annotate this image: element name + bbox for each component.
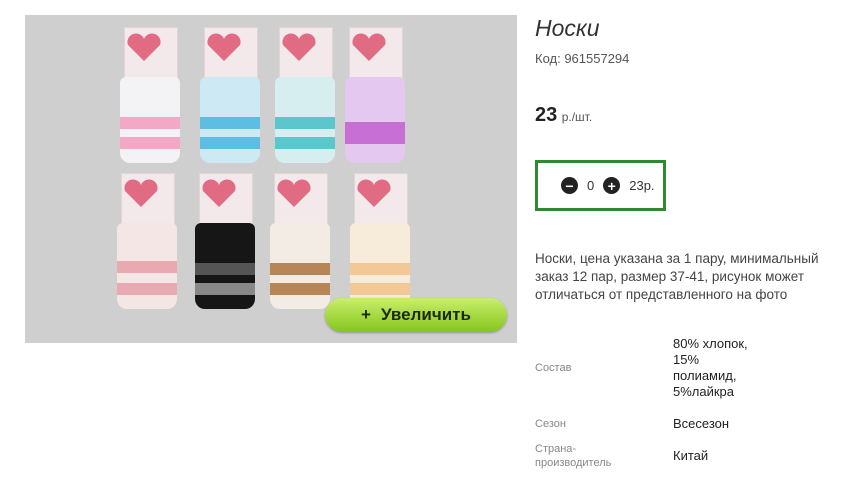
- zoom-label: Увеличить: [380, 305, 471, 324]
- quantity-total: 23р.: [629, 178, 655, 193]
- spec-label: Сезон: [535, 418, 566, 430]
- quantity-value: 0: [587, 178, 595, 193]
- product-photo[interactable]: + Увеличить: [25, 15, 517, 343]
- spec-row-season: Сезон Всесезон: [535, 409, 753, 439]
- price-value: 23: [535, 104, 558, 126]
- spec-value: Всесезон: [673, 416, 730, 431]
- product-description: Носки, цена указана за 1 пару, минимальн…: [535, 251, 819, 302]
- plus-icon: +: [361, 305, 371, 324]
- zoom-button[interactable]: + Увеличить: [325, 298, 507, 332]
- specs-table: Состав 80% хлопок, 15% полиамид, 5%лайкр…: [535, 327, 753, 473]
- spec-row-country: Страна-производитель Китай: [535, 439, 753, 473]
- spec-label: Страна-производитель: [535, 443, 612, 469]
- quantity-stepper: − 0 + 23р.: [535, 160, 666, 211]
- spec-label: Состав: [535, 362, 572, 374]
- minus-circle-icon[interactable]: −: [561, 177, 578, 194]
- product-price: 23 р./шт.: [535, 104, 592, 127]
- product-code: Код: 961557294: [535, 51, 630, 66]
- price-unit: р./шт.: [561, 110, 593, 124]
- product-title: Носки: [535, 15, 600, 41]
- spec-value: 80% хлопок, 15% полиамид, 5%лайкра: [673, 336, 748, 399]
- plus-circle-icon[interactable]: +: [603, 177, 621, 194]
- spec-row-composition: Состав 80% хлопок, 15% полиамид, 5%лайкр…: [535, 327, 753, 409]
- spec-value: Китай: [673, 448, 709, 463]
